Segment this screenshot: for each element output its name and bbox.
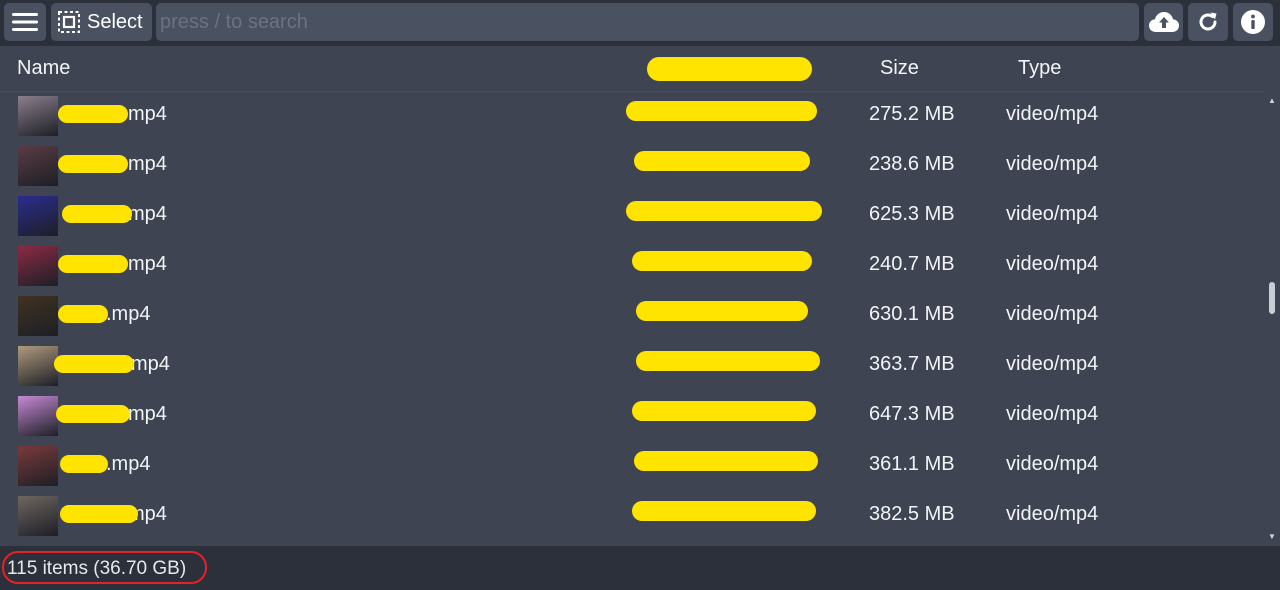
info-icon bbox=[1241, 10, 1265, 34]
date-redaction bbox=[626, 101, 817, 121]
file-size: 275.2 MB bbox=[869, 103, 955, 125]
date-redaction bbox=[626, 201, 822, 221]
file-name: .mp4 bbox=[106, 453, 151, 475]
menu-button[interactable] bbox=[4, 3, 46, 41]
refresh-icon bbox=[1199, 12, 1217, 31]
search-input[interactable] bbox=[156, 3, 1139, 41]
refresh-button[interactable] bbox=[1188, 3, 1228, 41]
file-size: 238.6 MB bbox=[869, 153, 955, 175]
column-header-name[interactable]: Name bbox=[17, 57, 70, 80]
table-row[interactable]: mp4 275.2 MB video/mp4 bbox=[0, 91, 1264, 141]
file-size: 240.7 MB bbox=[869, 253, 955, 275]
hamburger-menu-icon bbox=[12, 13, 38, 31]
file-type: video/mp4 bbox=[1006, 253, 1099, 275]
column-header-date-redaction[interactable] bbox=[647, 57, 812, 81]
video-thumbnail bbox=[18, 246, 58, 286]
scrollbar[interactable]: ▲ ▼ bbox=[1264, 46, 1280, 546]
table-row[interactable]: mp4 382.5 MB video/mp4 bbox=[0, 491, 1264, 541]
table-row[interactable]: mp4 647.3 MB video/mp4 bbox=[0, 391, 1264, 441]
date-redaction bbox=[636, 301, 808, 321]
annotation-circle bbox=[2, 551, 207, 584]
name-redaction bbox=[60, 455, 108, 473]
video-thumbnail bbox=[18, 146, 58, 186]
file-name: .mp4 bbox=[106, 303, 151, 325]
file-name: mp4 bbox=[128, 403, 167, 425]
file-name: mp4 bbox=[128, 153, 167, 175]
date-redaction bbox=[634, 151, 810, 171]
file-size: 363.7 MB bbox=[869, 353, 955, 375]
file-size: 625.3 MB bbox=[869, 203, 955, 225]
video-thumbnail bbox=[18, 96, 58, 136]
file-type: video/mp4 bbox=[1006, 153, 1099, 175]
table-row[interactable]: mp4 240.7 MB video/mp4 bbox=[0, 241, 1264, 291]
table-row[interactable]: .mp4 361.1 MB video/mp4 bbox=[0, 441, 1264, 491]
file-size: 630.1 MB bbox=[869, 303, 955, 325]
file-type: video/mp4 bbox=[1006, 503, 1099, 525]
date-redaction bbox=[634, 451, 818, 471]
video-thumbnail bbox=[18, 396, 58, 436]
file-size: 361.1 MB bbox=[869, 453, 955, 475]
video-thumbnail bbox=[18, 296, 58, 336]
scroll-up-arrow-icon[interactable]: ▲ bbox=[1267, 96, 1277, 106]
info-button[interactable] bbox=[1233, 3, 1273, 41]
video-thumbnail bbox=[18, 196, 58, 236]
select-label: Select bbox=[87, 10, 143, 33]
name-redaction bbox=[54, 355, 134, 373]
file-size: 647.3 MB bbox=[869, 403, 955, 425]
file-type: video/mp4 bbox=[1006, 453, 1099, 475]
date-redaction bbox=[632, 251, 812, 271]
file-type: video/mp4 bbox=[1006, 303, 1099, 325]
date-redaction bbox=[636, 351, 820, 371]
name-redaction bbox=[60, 505, 138, 523]
date-redaction bbox=[632, 501, 816, 521]
video-thumbnail bbox=[18, 496, 58, 536]
table-row[interactable]: mp4 363.7 MB video/mp4 bbox=[0, 341, 1264, 391]
name-redaction bbox=[58, 105, 128, 123]
table-row[interactable]: .mp4 630.1 MB video/mp4 bbox=[0, 291, 1264, 341]
column-header-size[interactable]: Size bbox=[880, 57, 919, 80]
toolbar: Select bbox=[0, 0, 1280, 44]
name-redaction bbox=[58, 255, 128, 273]
file-name: mp4 bbox=[128, 103, 167, 125]
name-redaction bbox=[62, 205, 132, 223]
status-bar: 115 items (36.70 GB) bbox=[0, 546, 1280, 590]
file-type: video/mp4 bbox=[1006, 353, 1099, 375]
scroll-down-arrow-icon[interactable]: ▼ bbox=[1267, 532, 1277, 542]
table-row[interactable]: mp4 625.3 MB video/mp4 bbox=[0, 191, 1264, 241]
select-box-icon bbox=[58, 11, 80, 33]
scrollbar-thumb[interactable] bbox=[1269, 282, 1275, 314]
file-type: video/mp4 bbox=[1006, 403, 1099, 425]
name-redaction bbox=[58, 305, 108, 323]
file-table: Name Size Type mp4 275.2 MB video/mp4 mp… bbox=[0, 46, 1280, 546]
file-size: 382.5 MB bbox=[869, 503, 955, 525]
video-thumbnail bbox=[18, 346, 58, 386]
name-redaction bbox=[56, 405, 130, 423]
date-redaction bbox=[632, 401, 816, 421]
file-type: video/mp4 bbox=[1006, 103, 1099, 125]
file-name: mp4 bbox=[128, 253, 167, 275]
select-button[interactable]: Select bbox=[51, 3, 152, 41]
column-header-type[interactable]: Type bbox=[1018, 57, 1061, 80]
upload-button[interactable] bbox=[1144, 3, 1183, 41]
cloud-upload-icon bbox=[1148, 12, 1179, 32]
file-name: mp4 bbox=[131, 353, 170, 375]
table-header: Name Size Type bbox=[0, 46, 1264, 92]
file-name: mp4 bbox=[128, 203, 167, 225]
table-row[interactable]: mp4 238.6 MB video/mp4 bbox=[0, 141, 1264, 191]
video-thumbnail bbox=[18, 446, 58, 486]
name-redaction bbox=[58, 155, 128, 173]
file-type: video/mp4 bbox=[1006, 203, 1099, 225]
